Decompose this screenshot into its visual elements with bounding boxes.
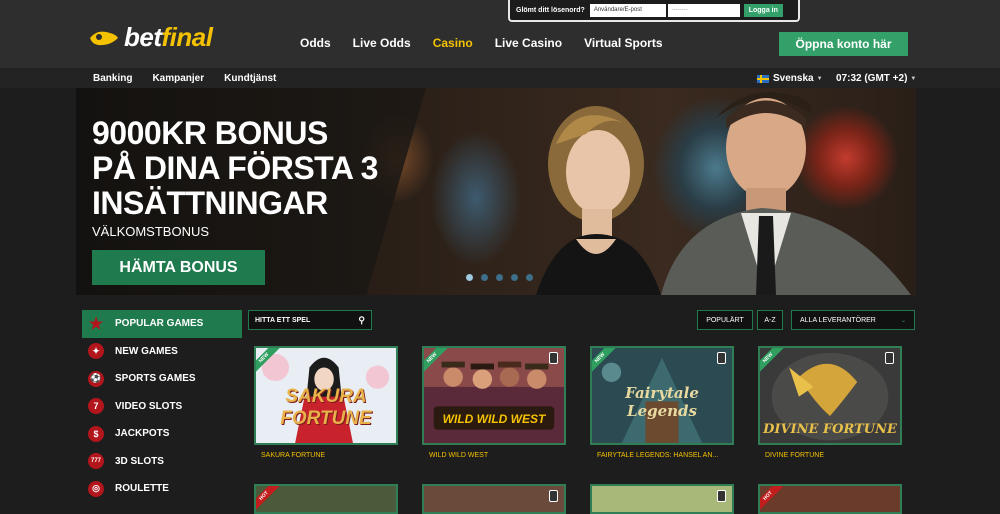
category-jackpots[interactable]: $ JACKPOTS [82, 420, 242, 448]
game-tile-sakura-fortune[interactable]: SAKURA FORTUNE NEW [254, 346, 398, 445]
game-tile-divine-fortune[interactable]: DIVINE FORTUNE NEW [758, 346, 902, 445]
category-label: JACKPOTS [115, 428, 170, 440]
carousel-dot[interactable] [511, 274, 518, 281]
carousel-dots [466, 274, 541, 281]
claim-bonus-button[interactable]: HÄMTA BONUS [92, 250, 265, 285]
category-sports-games[interactable]: ⚽ SPORTS GAMES [82, 365, 242, 393]
brand-logo[interactable]: betfinal [88, 22, 213, 53]
category-video-slots[interactable]: 7 VIDEO SLOTS [82, 393, 242, 421]
seven-icon: 7 [88, 398, 104, 415]
category-label: ROULETTE [115, 483, 169, 495]
main-nav: Odds Live Odds Casino Live Casino Virtua… [300, 36, 685, 50]
carousel-dot[interactable] [496, 274, 503, 281]
login-box: Glömt ditt lösenord? Användare/E-post ··… [508, 0, 800, 22]
hero-banner[interactable]: 9000KR BONUS PÅ DINA FÖRSTA 3 INSÄTTNING… [76, 88, 916, 295]
roulette-icon: ◎ [88, 480, 104, 497]
login-button[interactable]: Logga in [743, 3, 783, 17]
mobile-icon [549, 490, 558, 502]
logo-mark-icon [90, 31, 118, 45]
subnav-banking[interactable]: Banking [93, 73, 132, 84]
category-label: SPORTS GAMES [115, 373, 196, 385]
game-tile-wild-wild-west[interactable]: WILD WILD WEST NEW [422, 346, 566, 445]
mobile-icon [717, 352, 726, 364]
carousel-dot[interactable] [526, 274, 533, 281]
game-logo: WILD WILD WEST [442, 412, 546, 426]
game-logo: SAKURA FORTUNE [280, 386, 372, 429]
star-icon: ★ [88, 315, 104, 333]
language-selector[interactable]: Svenska ▼ [757, 73, 823, 84]
game-logo: DIVINE FORTUNE [763, 422, 897, 437]
category-label: POPULAR GAMES [115, 318, 204, 330]
slot-777-icon: 777 [88, 453, 104, 470]
mobile-icon [717, 490, 726, 502]
game-category-sidebar: ★ POPULAR GAMES ✦ NEW GAMES ⚽ SPORTS GAM… [82, 310, 242, 503]
nav-live-odds[interactable]: Live Odds [353, 36, 411, 50]
hot-badge: HOT [256, 486, 281, 512]
man-image [661, 92, 911, 295]
category-label: 3D SLOTS [115, 455, 164, 467]
game-name[interactable]: WILD WILD WEST [429, 452, 488, 459]
game-logo: Fairytale Legends [625, 384, 699, 420]
game-tile[interactable]: HOT [758, 484, 902, 514]
clock-label: 07:32 (GMT +2) [836, 73, 908, 84]
category-3d-slots[interactable]: 777 3D SLOTS [82, 448, 242, 476]
nav-live-casino[interactable]: Live Casino [495, 36, 562, 50]
hero-subtitle: VÄLKOMSTBONUS [92, 224, 210, 239]
provider-label: ALLA LEVERANTÖRER [800, 316, 876, 324]
swedish-flag-icon [757, 74, 769, 83]
nav-virtual-sports[interactable]: Virtual Sports [584, 36, 662, 50]
subnav-campaigns[interactable]: Kampanjer [152, 73, 204, 84]
password-input[interactable]: ········ [667, 3, 740, 17]
carousel-dot[interactable] [481, 274, 488, 281]
dollar-icon: $ [88, 425, 104, 442]
category-popular-games[interactable]: ★ POPULAR GAMES [82, 310, 242, 338]
game-name[interactable]: SAKURA FORTUNE [261, 452, 325, 459]
search-placeholder: HITTA ETT SPEL [255, 316, 311, 324]
subnav-support[interactable]: Kundtjänst [224, 73, 276, 84]
nav-casino[interactable]: Casino [433, 36, 473, 50]
carousel-dot[interactable] [466, 274, 473, 281]
category-label: VIDEO SLOTS [115, 400, 183, 412]
megaphone-icon: ✦ [88, 343, 104, 360]
provider-dropdown[interactable]: ALLA LEVERANTÖRER ⌄ [791, 310, 915, 330]
game-tile[interactable] [422, 484, 566, 514]
clock-selector[interactable]: 07:32 (GMT +2) ▼ [836, 73, 916, 84]
site-header: betfinal Odds Live Odds Casino Live Casi… [0, 0, 1000, 68]
game-name[interactable]: DIVINE FORTUNE [765, 452, 824, 459]
game-name[interactable]: FAIRYTALE LEGENDS: HANSEL AN... [597, 452, 718, 459]
forgot-password-link[interactable]: Glömt ditt lösenord? [516, 7, 585, 14]
category-new-games[interactable]: ✦ NEW GAMES [82, 338, 242, 366]
sort-az-button[interactable]: A-Z [757, 310, 783, 330]
chevron-down-icon: ▼ [910, 75, 917, 82]
nav-odds[interactable]: Odds [300, 36, 331, 50]
football-icon: ⚽ [88, 370, 104, 387]
woman-image [536, 106, 661, 295]
hero-title: 9000KR BONUS PÅ DINA FÖRSTA 3 INSÄTTNING… [92, 115, 378, 221]
language-label: Svenska [773, 73, 814, 84]
hot-badge: HOT [760, 486, 785, 512]
sort-bar: POPULÄRT A-Z ALLA LEVERANTÖRER ⌄ [697, 310, 915, 330]
open-account-button[interactable]: Öppna konto här [779, 32, 908, 56]
chevron-down-icon: ⌄ [900, 317, 906, 324]
game-search-input[interactable]: HITTA ETT SPEL ⚲ [248, 310, 372, 330]
game-tile-fairytale-legends[interactable]: Fairytale Legends NEW [590, 346, 734, 445]
mobile-icon [885, 352, 894, 364]
category-roulette[interactable]: ◎ ROULETTE [82, 475, 242, 503]
chevron-down-icon: ▼ [816, 75, 823, 82]
game-tile[interactable]: HOT [254, 484, 398, 514]
sort-popular-button[interactable]: POPULÄRT [697, 310, 753, 330]
game-tile[interactable] [590, 484, 734, 514]
sub-nav-bar: Banking Kampanjer Kundtjänst Svenska ▼ 0… [0, 68, 1000, 88]
username-input[interactable]: Användare/E-post [589, 3, 666, 17]
wild-wild-west-artwork [424, 348, 564, 443]
category-label: NEW GAMES [115, 345, 178, 357]
brand-name: betfinal [124, 22, 213, 52]
search-icon[interactable]: ⚲ [358, 315, 365, 326]
mobile-icon [549, 352, 558, 364]
